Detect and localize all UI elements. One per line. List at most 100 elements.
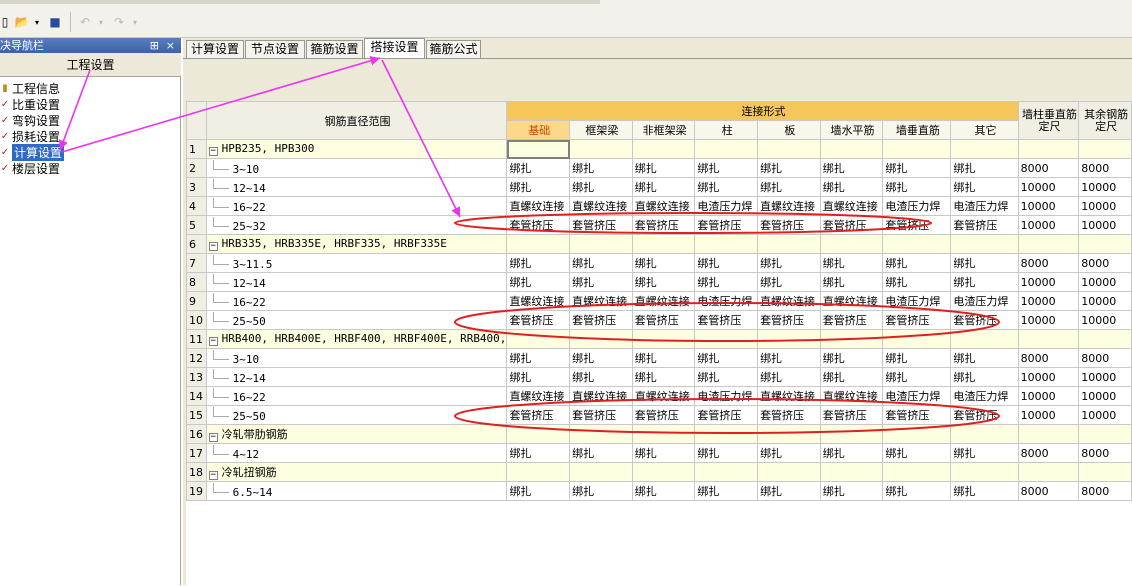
connection-cell[interactable]: 绑扎 (882, 253, 952, 273)
other-length-cell[interactable]: 10000 (1078, 310, 1132, 330)
connection-cell[interactable] (569, 139, 633, 159)
connection-cell[interactable]: 绑扎 (950, 253, 1019, 273)
connection-cell[interactable]: 电渣压力焊 (694, 386, 759, 406)
table-row[interactable]: 13 12~14 绑扎 绑扎 绑扎 绑扎 绑扎 绑扎 绑扎 绑扎 10000 10000 (186, 367, 1132, 387)
connection-cell[interactable]: 电渣压力焊 (950, 291, 1019, 311)
connection-cell[interactable]: 直螺纹连接 (757, 291, 821, 311)
connection-cell[interactable] (882, 234, 952, 254)
connection-cell[interactable]: 绑扎 (506, 348, 571, 368)
connection-cell[interactable] (757, 329, 821, 349)
connection-cell[interactable]: 绑扎 (569, 253, 633, 273)
connection-cell[interactable]: 绑扎 (694, 481, 759, 501)
connection-cell[interactable] (950, 139, 1019, 159)
connection-cell[interactable]: 套管挤压 (506, 310, 571, 330)
connection-cell[interactable] (950, 234, 1019, 254)
other-length-cell[interactable] (1078, 462, 1132, 482)
connection-cell[interactable] (819, 462, 884, 482)
connection-cell[interactable] (694, 424, 759, 444)
connection-cell[interactable]: 绑扎 (757, 481, 821, 501)
connection-cell[interactable] (506, 234, 571, 254)
connection-cell[interactable]: 套管挤压 (506, 215, 571, 235)
connection-cell[interactable] (950, 424, 1019, 444)
connection-cell[interactable]: 绑扎 (757, 348, 821, 368)
connection-cell[interactable] (694, 139, 759, 159)
connection-cell[interactable]: 绑扎 (694, 367, 759, 387)
connection-cell[interactable]: 套管挤压 (694, 405, 759, 425)
connection-cell[interactable] (757, 234, 821, 254)
redo-icon[interactable]: ↷ (110, 12, 128, 32)
connection-cell[interactable]: 绑扎 (631, 348, 696, 368)
connection-cell[interactable]: 绑扎 (757, 367, 821, 387)
wall-vertical-length-cell[interactable]: 8000 (1017, 348, 1080, 368)
connection-cell[interactable]: 套管挤压 (819, 310, 884, 330)
connection-cell[interactable]: 绑扎 (694, 177, 759, 197)
other-length-cell[interactable]: 8000 (1078, 443, 1132, 463)
connection-cell[interactable]: 绑扎 (950, 177, 1019, 197)
connection-cell[interactable]: 直螺纹连接 (506, 386, 571, 406)
connection-cell[interactable]: 绑扎 (882, 443, 952, 463)
redo-dropdown-icon[interactable]: ▾ (130, 12, 140, 32)
connection-cell[interactable]: 绑扎 (506, 253, 571, 273)
connection-cell[interactable]: 套管挤压 (950, 310, 1019, 330)
table-row[interactable]: 7 3~11.5 绑扎 绑扎 绑扎 绑扎 绑扎 绑扎 绑扎 绑扎 8000 8000 (186, 253, 1132, 273)
connection-cell[interactable]: 绑扎 (631, 367, 696, 387)
connection-cell[interactable] (757, 139, 821, 159)
connection-cell[interactable]: 绑扎 (882, 158, 952, 178)
other-length-cell[interactable] (1078, 424, 1132, 444)
connection-cell[interactable]: 直螺纹连接 (569, 196, 633, 216)
connection-cell[interactable]: 绑扎 (631, 481, 696, 501)
collapse-icon[interactable]: − (208, 337, 218, 346)
connection-cell[interactable] (694, 462, 759, 482)
other-length-cell[interactable]: 10000 (1078, 405, 1132, 425)
collapse-icon[interactable]: − (208, 433, 218, 442)
connection-cell[interactable]: 绑扎 (569, 348, 633, 368)
wall-vertical-length-cell[interactable] (1017, 329, 1080, 349)
connection-cell[interactable]: 绑扎 (819, 367, 884, 387)
connection-cell[interactable] (506, 329, 571, 349)
table-row[interactable]: 19 6.5~14 绑扎 绑扎 绑扎 绑扎 绑扎 绑扎 绑扎 绑扎 8000 8000 (186, 481, 1132, 501)
wall-vertical-length-cell[interactable]: 10000 (1017, 310, 1080, 330)
dropdown-arrow-icon[interactable]: ▾ (32, 12, 42, 32)
connection-cell[interactable]: 直螺纹连接 (569, 291, 633, 311)
connection-cell[interactable]: 绑扎 (631, 177, 696, 197)
wall-vertical-length-cell[interactable] (1017, 462, 1080, 482)
wall-vertical-length-cell[interactable] (1017, 234, 1080, 254)
wall-vertical-length-cell[interactable] (1017, 424, 1080, 444)
pin-icon[interactable]: ⊞ (150, 38, 159, 53)
connection-cell[interactable]: 直螺纹连接 (819, 386, 884, 406)
connection-cell[interactable]: 绑扎 (506, 272, 571, 292)
other-length-cell[interactable]: 8000 (1078, 481, 1132, 501)
connection-cell[interactable] (569, 329, 633, 349)
connection-cell[interactable]: 绑扎 (694, 272, 759, 292)
table-row[interactable]: 4 16~22 直螺纹连接 直螺纹连接 直螺纹连接 电渣压力焊 直螺纹连接 直螺纹连接 电渣压力… (186, 196, 1132, 216)
connection-cell[interactable] (694, 329, 759, 349)
connection-cell[interactable]: 直螺纹连接 (506, 291, 571, 311)
connection-cell[interactable] (950, 329, 1019, 349)
connection-cell[interactable]: 直螺纹连接 (757, 386, 821, 406)
connection-cell[interactable]: 绑扎 (950, 272, 1019, 292)
connection-cell[interactable]: 绑扎 (694, 348, 759, 368)
open-folder-icon[interactable]: 📂 (12, 12, 32, 32)
connection-cell[interactable]: 套管挤压 (950, 215, 1019, 235)
connection-cell[interactable] (882, 329, 952, 349)
other-length-cell[interactable]: 10000 (1078, 367, 1132, 387)
nav-item[interactable]: ▮ 工程信息 (0, 80, 180, 96)
connection-cell[interactable]: 绑扎 (819, 253, 884, 273)
connection-cell[interactable]: 绑扎 (882, 177, 952, 197)
connection-cell[interactable]: 套管挤压 (569, 310, 633, 330)
wall-vertical-length-cell[interactable]: 8000 (1017, 253, 1080, 273)
table-row[interactable]: 6− HRB335, HRB335E, HRBF335, HRBF335E (186, 234, 1132, 254)
connection-cell[interactable]: 绑扎 (757, 158, 821, 178)
connection-cell[interactable]: 套管挤压 (757, 405, 821, 425)
connection-cell[interactable]: 绑扎 (569, 367, 633, 387)
connection-cell[interactable]: 绑扎 (819, 348, 884, 368)
connection-cell[interactable]: 电渣压力焊 (694, 196, 759, 216)
table-row[interactable]: 14 16~22 直螺纹连接 直螺纹连接 直螺纹连接 电渣压力焊 直螺纹连接 直螺纹连接 电渣压… (186, 386, 1132, 406)
connection-cell[interactable] (506, 424, 571, 444)
connection-cell[interactable]: 电渣压力焊 (882, 196, 952, 216)
connection-cell[interactable]: 套管挤压 (506, 405, 571, 425)
other-length-cell[interactable] (1078, 139, 1132, 159)
table-row[interactable]: 15 25~50 套管挤压 套管挤压 套管挤压 套管挤压 套管挤压 套管挤压 套管挤压 套管挤压 1… (186, 405, 1132, 425)
connection-cell[interactable]: 套管挤压 (694, 310, 759, 330)
connection-cell[interactable]: 绑扎 (950, 348, 1019, 368)
